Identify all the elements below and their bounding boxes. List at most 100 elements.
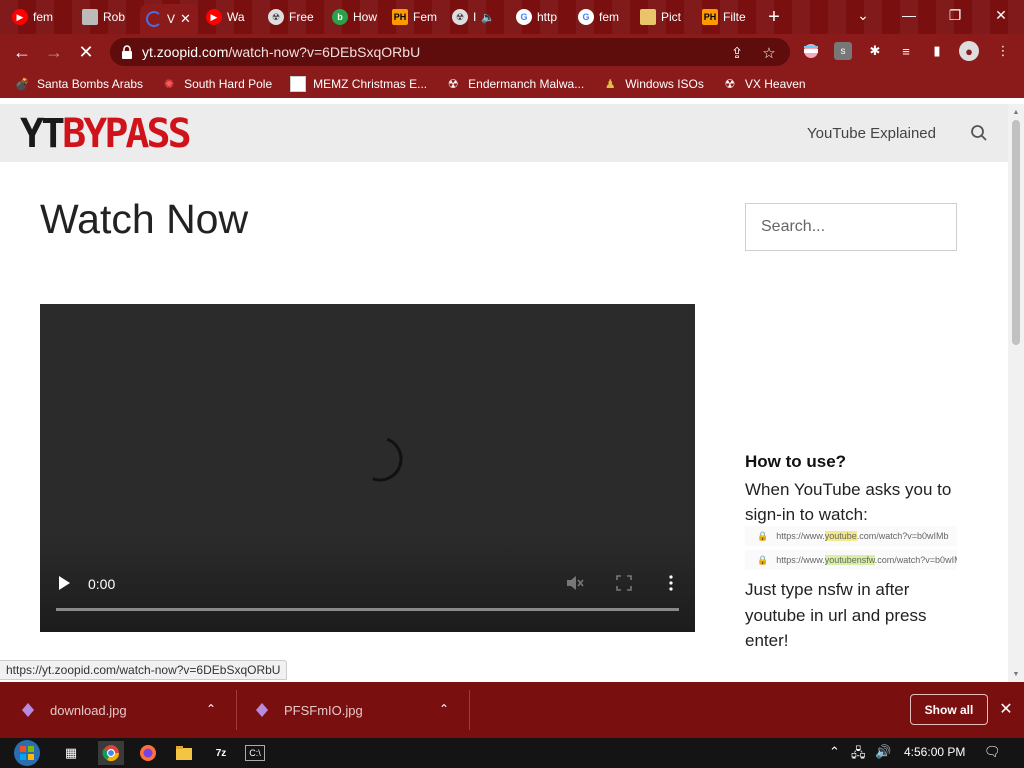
bomb-icon: 💣 bbox=[14, 77, 30, 91]
tab-6[interactable]: b How bbox=[326, 4, 382, 30]
youtube-icon: ▶ bbox=[206, 9, 222, 25]
tab-label: fem bbox=[33, 10, 54, 24]
speaker-icon[interactable]: 🔈 bbox=[481, 11, 495, 24]
notification-icon[interactable]: 🗨 bbox=[984, 744, 1001, 760]
new-tab-button[interactable]: + bbox=[758, 4, 790, 30]
back-button[interactable]: ← bbox=[10, 40, 34, 64]
stop-button[interactable]: ✕ bbox=[74, 40, 98, 64]
7zip-icon[interactable]: 7z bbox=[208, 741, 234, 765]
bookmark-endermanch[interactable]: ☢ Endermanch Malwa... bbox=[445, 76, 584, 92]
video-player[interactable]: 0:00 bbox=[40, 304, 695, 632]
network-icon[interactable]: 🖧 bbox=[851, 744, 866, 766]
tab-2[interactable]: Rob bbox=[76, 4, 136, 30]
bing-icon: b bbox=[332, 9, 348, 25]
bookmark-memz[interactable]: MEMZ Christmas E... bbox=[290, 76, 427, 92]
bookmark-windows-isos[interactable]: ♟ Windows ISOs bbox=[602, 76, 704, 92]
chevron-up-icon[interactable]: ⌃ bbox=[206, 702, 220, 716]
chevron-up-icon[interactable]: ⌃ bbox=[439, 702, 453, 716]
extension-flag-icon[interactable] bbox=[802, 42, 820, 60]
youtube-icon: ▶ bbox=[12, 9, 28, 25]
lock-icon: 🔒 bbox=[757, 530, 769, 541]
download-item-2[interactable]: PFSFmIO.jpg bbox=[254, 692, 363, 728]
scroll-down-arrow-icon[interactable]: ▼ bbox=[1012, 670, 1020, 678]
windows-start-icon[interactable] bbox=[8, 738, 46, 768]
file-explorer-icon[interactable] bbox=[171, 741, 197, 765]
restore-button[interactable]: ❐ bbox=[932, 0, 978, 30]
search-icon[interactable] bbox=[970, 124, 988, 142]
tab-4[interactable]: ▶ Wa bbox=[200, 4, 258, 30]
google-icon: G bbox=[578, 9, 594, 25]
forward-button[interactable]: → bbox=[42, 40, 66, 64]
extension-s-icon[interactable]: s bbox=[834, 42, 852, 60]
bookmark-south-hard-pole[interactable]: ✺ South Hard Pole bbox=[161, 76, 272, 92]
browser-toolbar: ← → ✕ yt.zoopid.com/watch-now?v=6DEbSxqO… bbox=[0, 34, 1024, 70]
nav-youtube-explained[interactable]: YouTube Explained bbox=[807, 125, 936, 142]
example-url-youtube: 🔒 https://www.youtube.com/watch?v=b0wIMb bbox=[745, 526, 957, 546]
tab-9[interactable]: G http bbox=[510, 4, 568, 30]
more-vert-icon[interactable] bbox=[665, 574, 677, 592]
lock-icon: 🔒 bbox=[757, 554, 769, 565]
chevron-down-icon: ⌄ bbox=[857, 6, 869, 23]
cmd-icon[interactable]: C:\ bbox=[245, 745, 265, 761]
download-item-1[interactable]: download.jpg bbox=[20, 692, 127, 728]
share-icon[interactable]: ⇪ bbox=[728, 44, 746, 62]
firefox-icon[interactable] bbox=[135, 741, 161, 765]
puzzle-icon[interactable]: ✱ bbox=[866, 42, 884, 60]
scroll-up-arrow-icon[interactable]: ▲ bbox=[1012, 108, 1020, 116]
close-window-button[interactable]: ✕ bbox=[978, 0, 1024, 30]
tab-7[interactable]: PH Fem bbox=[386, 4, 440, 30]
divider bbox=[469, 690, 470, 730]
tab-label: How bbox=[353, 10, 378, 24]
tab-label: fem bbox=[599, 10, 620, 24]
minimize-button[interactable]: — bbox=[886, 0, 932, 30]
tab-strip: ▶ fem Rob V ✕ ▶ Wa ☢ Free b How PH Fem ☢… bbox=[0, 0, 1024, 34]
bookmark-santa-bombs[interactable]: 💣 Santa Bombs Arabs bbox=[14, 76, 144, 92]
address-bar[interactable]: yt.zoopid.com/watch-now?v=6DEbSxqORbU ⇪ … bbox=[110, 38, 790, 66]
show-all-downloads-button[interactable]: Show all bbox=[910, 694, 988, 725]
tab-label: Wa bbox=[227, 10, 245, 24]
system-clock[interactable]: 4:56:00 PM bbox=[904, 745, 965, 759]
site-logo[interactable]: YTBYPASS bbox=[20, 112, 192, 156]
play-icon[interactable] bbox=[56, 574, 72, 592]
page-scrollbar[interactable]: ▲ ▼ bbox=[1008, 104, 1024, 682]
scroll-thumb[interactable] bbox=[1012, 120, 1020, 345]
close-icon[interactable]: ✕ bbox=[180, 11, 191, 27]
fullscreen-icon[interactable] bbox=[615, 574, 633, 592]
tab-10[interactable]: G fem bbox=[572, 4, 630, 30]
bookmark-vx-heaven[interactable]: ☢ VX Heaven bbox=[722, 76, 806, 92]
close-icon: ✕ bbox=[78, 41, 94, 62]
menu-dots-icon[interactable]: ⋮ bbox=[994, 42, 1012, 60]
chrome-icon[interactable] bbox=[98, 741, 124, 765]
divider bbox=[236, 690, 237, 730]
tab-search-button[interactable]: ⌄ bbox=[840, 0, 886, 30]
howto-heading: How to use? bbox=[745, 452, 847, 471]
image-file-icon bbox=[22, 703, 34, 717]
close-icon[interactable]: ✕ bbox=[997, 700, 1015, 718]
star-icon[interactable]: ☆ bbox=[760, 44, 778, 62]
tab-8[interactable]: ☢ I 🔈 bbox=[446, 4, 506, 30]
search-input[interactable] bbox=[745, 203, 957, 251]
taskbar: ▦ 7z C:\ ⌃ 🖧 🔊 4:56:00 PM 🗨 bbox=[0, 738, 1024, 768]
lock-icon bbox=[122, 45, 132, 59]
virus-icon: ✺ bbox=[164, 77, 175, 91]
vx-heaven-icon: ☢ bbox=[447, 77, 459, 91]
tab-active[interactable]: V ✕ bbox=[140, 4, 198, 34]
side-panel-icon[interactable]: ▮ bbox=[928, 42, 946, 60]
example-url-youtubensfw: 🔒 https://www.youtubensfw.com/watch?v=b0… bbox=[745, 550, 957, 570]
url-text: yt.zoopid.com/watch-now?v=6DEbSxqORbU bbox=[142, 44, 421, 60]
tab-5[interactable]: ☢ Free bbox=[262, 4, 322, 30]
tab-12[interactable]: PH Filte bbox=[696, 4, 754, 30]
profile-avatar-icon[interactable]: ● bbox=[959, 41, 979, 61]
task-view-icon[interactable]: ▦ bbox=[58, 741, 84, 765]
chevron-up-icon[interactable]: ⌃ bbox=[829, 744, 840, 760]
reading-list-icon[interactable]: ≡ bbox=[897, 42, 915, 60]
video-seek-bar[interactable] bbox=[56, 608, 679, 611]
tab-11[interactable]: Pict bbox=[634, 4, 694, 30]
download-shelf: download.jpg ⌃ PFSFmIO.jpg ⌃ bbox=[0, 682, 1024, 738]
video-time: 0:00 bbox=[88, 576, 116, 592]
image-file-icon bbox=[256, 703, 268, 717]
volume-icon[interactable]: 🔊 bbox=[875, 744, 891, 760]
tab-1[interactable]: ▶ fem bbox=[6, 4, 68, 30]
page-title: Watch Now bbox=[40, 196, 249, 242]
volume-muted-icon[interactable] bbox=[565, 574, 585, 592]
